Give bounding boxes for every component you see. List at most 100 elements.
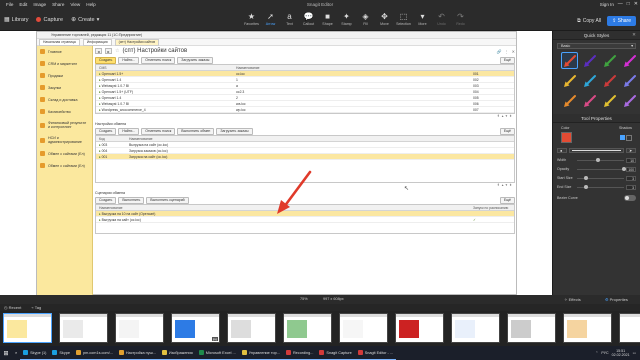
command-button[interactable]: Отменить поиск xyxy=(141,127,176,135)
prop-slider[interactable] xyxy=(577,157,624,162)
recent-capture-thumbnail[interactable] xyxy=(507,313,556,343)
tool-shape[interactable]: ■ Shape xyxy=(319,11,336,26)
onec-sidebar-item[interactable]: Главное xyxy=(37,46,92,58)
tool-stamp[interactable]: ✦ Stamp xyxy=(338,11,355,26)
onec-sidebar-item[interactable]: Закупки xyxy=(37,82,92,94)
color-swatch[interactable] xyxy=(561,132,572,143)
menu-help[interactable]: Help xyxy=(86,2,95,7)
quick-style-arrow[interactable] xyxy=(622,53,637,68)
captured-image[interactable]: Управление торговлей, редакция 11 (1С:Пр… xyxy=(36,31,517,295)
line-end-select[interactable]: ➤ xyxy=(626,147,636,153)
notifications-icon[interactable]: ▭ xyxy=(633,351,636,355)
onec-sidebar-item[interactable]: Продажи xyxy=(37,70,92,82)
recent-capture-thumbnail[interactable] xyxy=(395,313,444,343)
command-button[interactable]: Выполнить обмен xyxy=(177,127,215,135)
more-actions-button[interactable]: Ещё xyxy=(499,56,515,64)
onec-sidebar-item[interactable]: Финансовый результат и контроллинг xyxy=(37,118,92,133)
properties-button[interactable]: ⚙ Properties xyxy=(605,297,628,302)
copy-all-button[interactable]: ⧉ Copy All xyxy=(577,18,601,24)
shadow-style[interactable] xyxy=(626,134,632,141)
clock[interactable]: 15:51 02.02.2021 xyxy=(612,349,630,357)
prop-value-input[interactable]: 3 xyxy=(626,184,636,190)
recent-capture-thumbnail[interactable] xyxy=(59,313,108,343)
tool-selection[interactable]: ⬚ Selection xyxy=(395,11,412,26)
prop-value-input[interactable]: 10 xyxy=(626,157,636,163)
quick-style-arrow[interactable] xyxy=(582,93,597,108)
windows-start-icon[interactable]: ⊞ xyxy=(0,346,12,360)
taskbar-item[interactable]: Управление тор... xyxy=(238,346,283,360)
share-button[interactable]: ⇪ Share xyxy=(607,16,636,26)
slider-knob[interactable] xyxy=(622,166,626,171)
minimize-button[interactable]: — xyxy=(618,1,623,7)
menu-edit[interactable]: Edit xyxy=(19,2,27,7)
menu-image[interactable]: Image xyxy=(33,2,46,7)
tool-arrow[interactable]: ➚ Arrow xyxy=(262,11,279,26)
recent-capture-thumbnail[interactable] xyxy=(339,313,388,343)
style-theme-select[interactable]: Basic xyxy=(557,43,636,49)
prop-slider[interactable] xyxy=(577,184,624,189)
recent-capture-thumbnail[interactable]: jpg xyxy=(171,313,220,343)
tool-text[interactable]: a Text xyxy=(281,11,298,26)
red-arrow-annotation[interactable] xyxy=(275,169,315,216)
onec-sidebar-item[interactable]: НСИ и администрирование xyxy=(37,133,92,148)
line-style-select[interactable] xyxy=(569,147,624,153)
command-button[interactable]: Создать xyxy=(95,196,117,204)
command-button[interactable]: Выполнить сценарий xyxy=(146,196,189,204)
line-start-select[interactable]: ● xyxy=(557,147,567,153)
taskbar-item[interactable]: Настройка пуш... xyxy=(115,346,159,360)
quick-style-arrow[interactable] xyxy=(602,53,617,68)
menu-share[interactable]: Share xyxy=(52,2,64,7)
tool-redo[interactable]: ↷ Redo xyxy=(452,11,469,26)
recent-button[interactable]: ◷ Recent xyxy=(4,305,21,310)
onec-tab[interactable]: Начальная страница xyxy=(39,38,80,46)
search-icon[interactable]: ⌕ xyxy=(12,346,20,360)
onec-sidebar-item[interactable]: Обмен с сайтами (Ел) xyxy=(37,148,92,160)
image-dimensions[interactable]: 997 x 608px xyxy=(323,297,344,301)
network-icon[interactable]: ⌃ xyxy=(595,351,598,355)
recent-capture-thumbnail[interactable] xyxy=(3,313,52,343)
table-row[interactable]: ▸ 001 Загрузка на сайт (oc.loc) xyxy=(96,154,514,160)
command-button[interactable]: Создать xyxy=(95,56,117,64)
quick-style-arrow[interactable] xyxy=(562,73,577,88)
prop-value-input[interactable]: 3 xyxy=(626,175,636,181)
close-button[interactable]: ✕ xyxy=(634,1,638,7)
taskbar-item[interactable]: Snagit Capture xyxy=(316,346,355,360)
taskbar-item[interactable]: Skype (1) xyxy=(20,346,50,360)
taskbar-item[interactable]: Skype xyxy=(49,346,73,360)
create-button[interactable]: ⊕ Create ▾ xyxy=(69,15,101,24)
tool-fill[interactable]: ◈ Fill xyxy=(357,11,374,26)
quick-style-arrow[interactable] xyxy=(582,53,597,68)
effects-button[interactable]: ✧ Effects xyxy=(564,297,581,302)
editor-canvas[interactable]: Управление торговлей, редакция 11 (1С:Пр… xyxy=(0,31,552,295)
command-button[interactable]: Загрузить заказы xyxy=(216,127,253,135)
library-button[interactable]: ▦ Library xyxy=(2,15,30,24)
recent-capture-thumbnail[interactable] xyxy=(283,313,332,343)
quick-style-arrow[interactable] xyxy=(582,73,597,88)
table-row[interactable]: ▸ Выгрузка на сайт (oc.loc) ✓ xyxy=(96,217,514,223)
onec-tab[interactable]: (спт) Настройки сайтов xyxy=(114,38,160,46)
command-button[interactable]: Выполнить xyxy=(118,196,145,204)
command-button[interactable]: Загрузить заказы xyxy=(177,56,214,64)
onec-tab[interactable]: Информация xyxy=(82,38,112,46)
slider-knob[interactable] xyxy=(596,157,601,162)
onec-sidebar-item[interactable]: Склад и доставка xyxy=(37,94,92,106)
quick-style-arrow[interactable] xyxy=(602,93,617,108)
close-icon[interactable]: ✕ xyxy=(632,32,636,38)
quick-style-arrow[interactable] xyxy=(562,93,577,108)
quick-style-arrow[interactable] xyxy=(602,73,617,88)
quick-style-arrow[interactable] xyxy=(561,52,578,69)
command-button[interactable]: Найти... xyxy=(118,127,140,135)
tool-undo[interactable]: ↶ Undo xyxy=(433,11,450,26)
onec-sidebar-item[interactable]: Казначейство xyxy=(37,106,92,118)
recent-capture-thumbnail[interactable] xyxy=(619,313,640,343)
recent-capture-thumbnail[interactable] xyxy=(115,313,164,343)
tag-button[interactable]: ⌁ Tag xyxy=(31,305,41,310)
more-tools-button[interactable]: ▾ More xyxy=(414,11,431,26)
onec-sidebar-item[interactable]: Обмен с сайтами (Ел) xyxy=(37,160,92,172)
taskbar-item[interactable]: Snagit Editor - ... xyxy=(354,346,397,360)
taskbar-item[interactable]: Изображения xyxy=(158,346,196,360)
recent-capture-thumbnail[interactable] xyxy=(451,313,500,343)
bezier-toggle[interactable] xyxy=(624,195,636,201)
tool-move[interactable]: ✥ Move xyxy=(376,11,393,26)
tool-favorites[interactable]: ★ Favorites xyxy=(243,11,260,26)
